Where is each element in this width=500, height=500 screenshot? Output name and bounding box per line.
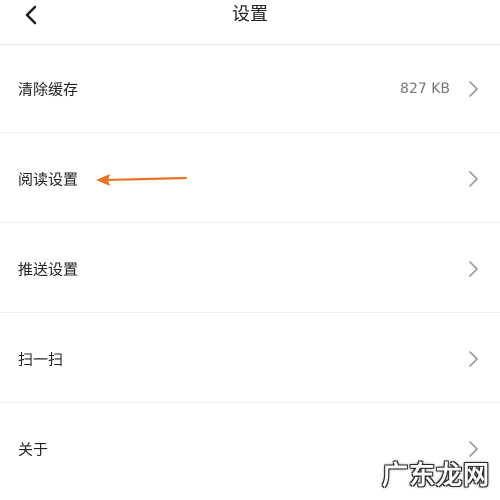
settings-row-clear-cache[interactable]: 清除缓存 827 KB [0,45,500,133]
row-divider [0,132,500,133]
row-divider [0,222,500,223]
push-settings-label: 推送设置 [18,260,79,279]
cache-size-value: 827 KB [400,81,450,97]
settings-row-reading[interactable]: 阅读设置 [0,135,500,223]
settings-screen: 设置 清除缓存 827 KB 阅读设置 推送设置 扫一扫 关于 广东龙网 [0,0,500,500]
chevron-right-icon [469,261,478,277]
site-watermark: 广东龙网 [381,461,490,491]
annotation-arrow-icon [96,174,188,186]
scan-label: 扫一扫 [18,350,64,369]
reading-settings-label: 阅读设置 [18,170,79,189]
settings-row-scan[interactable]: 扫一扫 [0,315,500,403]
page-title: 设置 [232,4,268,25]
chevron-right-icon [469,81,478,97]
clear-cache-label: 清除缓存 [18,80,79,99]
row-divider [0,402,500,403]
chevron-right-icon [469,351,478,367]
settings-row-push[interactable]: 推送设置 [0,225,500,313]
about-label: 关于 [18,440,49,459]
top-nav-bar: 设置 [0,0,500,44]
chevron-right-icon [469,171,478,187]
row-divider [0,312,500,313]
